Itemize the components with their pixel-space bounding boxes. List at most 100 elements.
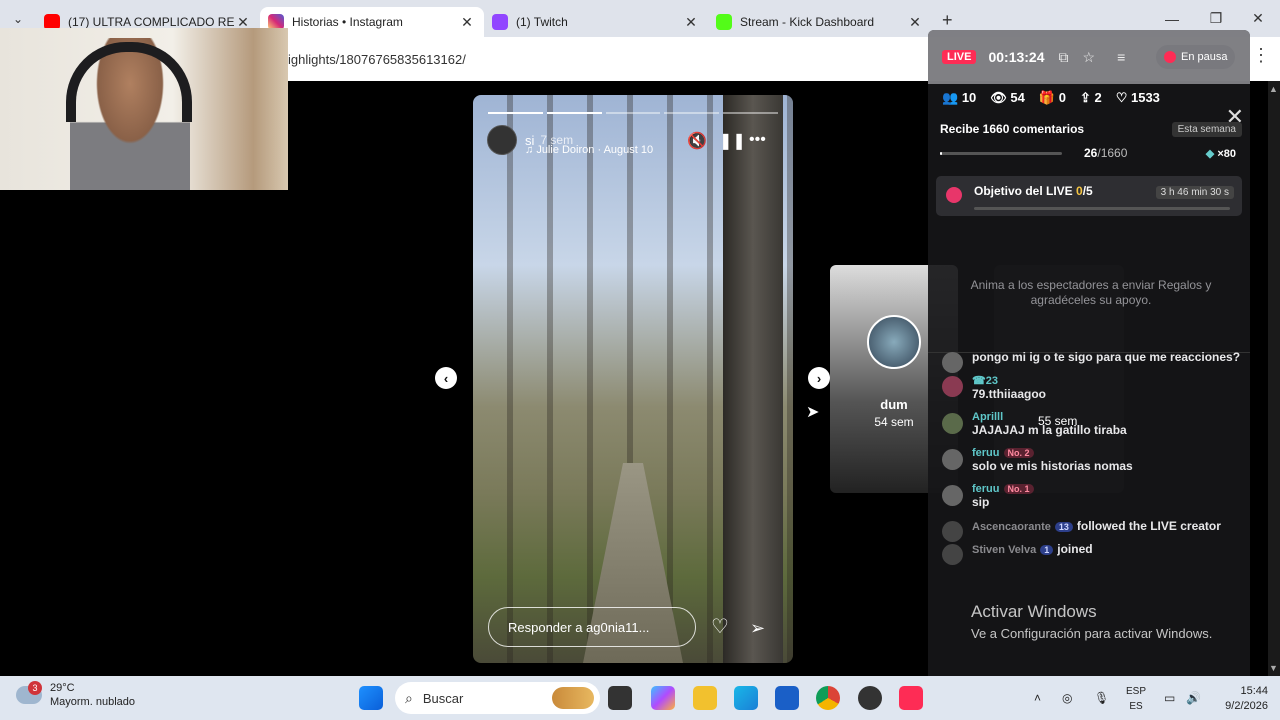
taskbar-search[interactable]: ⌕ Buscar <box>395 682 600 714</box>
likes-stat: ♡ 1533 <box>1115 90 1160 105</box>
language-indicator[interactable]: ESP ES <box>1126 684 1146 714</box>
progress-segment <box>488 112 543 114</box>
chat-text: solo ve mis historias nomas <box>972 459 1133 473</box>
windows-start-icon[interactable] <box>359 686 383 710</box>
tab-twitch[interactable]: (1) Twitch ✕ <box>484 7 708 37</box>
tray-chevron-icon[interactable]: ˄ <box>1034 676 1041 720</box>
avatar <box>942 352 963 373</box>
chat-username[interactable]: Ascencaorante <box>972 521 1051 533</box>
comments-goal-fill <box>940 151 942 155</box>
activation-subtitle: Ve a Configuración para activar Windows. <box>971 626 1213 641</box>
scroll-down-icon[interactable]: ▼ <box>1269 663 1278 673</box>
send-icon[interactable]: ➢ <box>750 618 765 639</box>
new-tab-button[interactable]: + <box>942 10 953 31</box>
chrome-icon[interactable] <box>816 686 840 710</box>
pause-button[interactable]: En pausa <box>1156 45 1236 69</box>
copilot-icon[interactable] <box>651 686 675 710</box>
clock-time: 15:44 <box>1240 685 1268 697</box>
tiktok-live-studio-icon[interactable] <box>899 686 923 710</box>
tray-app-icon[interactable]: ◎ <box>1062 676 1072 720</box>
chat-username[interactable]: feruu <box>972 447 1000 459</box>
gift-icon: 🎁 <box>1038 90 1056 105</box>
previous-story-button[interactable]: ‹ <box>435 367 457 389</box>
task-view-icon[interactable] <box>608 686 632 710</box>
page-scrollbar[interactable]: ▲ ▼ <box>1268 81 1280 676</box>
tab-instagram[interactable]: Historias • Instagram ✕ <box>260 7 484 37</box>
close-tab-icon[interactable]: ✕ <box>906 14 924 31</box>
chat-event: Stiven Velva 1 joined <box>942 542 1242 565</box>
next-story-avatar <box>867 315 921 369</box>
more-options-icon[interactable]: ••• <box>749 131 766 149</box>
weather-text: 29°C Mayorm. nublado <box>50 681 135 709</box>
close-tab-icon[interactable]: ✕ <box>458 14 476 31</box>
chat-username[interactable]: feruu <box>972 483 1000 495</box>
mute-icon[interactable]: 🔇 <box>687 131 707 151</box>
next-story-button[interactable]: › <box>808 367 830 389</box>
chat-username[interactable]: Aprilll <box>972 411 1242 423</box>
chat-event-text: followed the LIVE creator <box>1076 519 1221 533</box>
level-badge: 13 <box>1054 522 1073 532</box>
tab-title: Historias • Instagram <box>292 15 403 29</box>
volume-icon[interactable]: 🔊 <box>1186 676 1201 720</box>
scroll-up-icon[interactable]: ▲ <box>1269 84 1278 94</box>
progress-segment <box>723 112 778 114</box>
cloud-icon: 3 <box>16 681 42 704</box>
pause-icon[interactable]: ❚❚ <box>719 131 746 151</box>
chat-username[interactable]: ☎23 <box>972 374 1242 387</box>
eye-icon: 👁 <box>990 90 1007 105</box>
twitch-icon <box>492 14 508 30</box>
share-icon: ⇪ <box>1079 90 1091 105</box>
heart-icon[interactable]: ♡ <box>711 614 729 639</box>
chat-text: 79.tthiiaagoo <box>972 387 1047 401</box>
screen-share-icon[interactable]: ⧉ <box>1059 49 1069 66</box>
live-badge: LIVE <box>942 50 977 64</box>
story-viewer[interactable]: si 7 sem ♫ Julie Doiron · August 10 🔇 ❚❚… <box>473 95 793 663</box>
star-icon[interactable]: ☆ <box>1083 49 1096 66</box>
live-topbar: LIVE 00:13:24 ⧉ ☆ ≡ En pausa <box>928 30 1250 84</box>
playlist-icon[interactable]: ≡ <box>1117 49 1125 65</box>
diamond-icon: ◆ <box>1205 147 1215 160</box>
avatar <box>942 413 963 434</box>
story-music[interactable]: ♫ Julie Doiron · August 10 <box>525 144 653 156</box>
network-icon[interactable]: ▭ <box>1164 676 1175 720</box>
microphone-icon[interactable]: 🎙 <box>1094 676 1109 720</box>
story-avatar[interactable] <box>487 125 517 155</box>
url-text[interactable]: ighlights/18076765835613162/ <box>288 52 466 67</box>
chat-message: Aprilll JAJAJAJ m la gatillo tiraba <box>942 411 1242 438</box>
system-clock[interactable]: 15:44 9/2/2026 <box>1225 684 1268 714</box>
avatar <box>942 376 963 397</box>
kick-icon <box>716 14 732 30</box>
follow-icon <box>942 521 963 542</box>
heart-outline-icon: ♡ <box>1115 90 1128 105</box>
close-tab-icon[interactable]: ✕ <box>682 14 700 31</box>
progress-segment <box>546 112 602 114</box>
live-stats: 👥 10 👁 54 🎁 0 ⇪ 2 ♡ 1533 <box>928 84 1250 112</box>
tab-title: (17) ULTRA COMPLICADO REM <box>68 15 234 29</box>
weather-widget[interactable]: 3 29°C Mayorm. nublado <box>16 681 135 709</box>
story-music-text: Julie Doiron · August 10 <box>536 144 654 156</box>
chat-text: sip <box>972 495 990 509</box>
live-objective-time: 3 h 46 min 30 s <box>1155 186 1234 199</box>
comments-goal-multiplier: ◆ ×80 <box>1205 147 1236 160</box>
chat-username[interactable]: Stiven Velva <box>972 544 1036 556</box>
live-objective[interactable]: Objetivo del LIVE 0/5 3 h 46 min 30 s <box>936 176 1242 216</box>
live-chat: pongo mi ig o te sigo para que me reacci… <box>942 350 1242 565</box>
edge-icon[interactable] <box>734 686 758 710</box>
avatar <box>942 449 963 470</box>
store-icon[interactable] <box>775 686 799 710</box>
temperature: 29°C <box>50 682 75 694</box>
comments-goal-track <box>940 151 1062 155</box>
rank-badge: No. 2 <box>1003 448 1034 458</box>
rose-gift-icon <box>946 187 962 203</box>
overlay-time-text: 55 sem <box>1038 414 1078 428</box>
browser-menu-icon[interactable]: ⋮ <box>1252 45 1270 66</box>
live-panel: LIVE 00:13:24 ⧉ ☆ ≡ En pausa 👥 10 👁 54 🎁… <box>928 30 1250 685</box>
obs-icon[interactable] <box>858 686 882 710</box>
reply-input[interactable]: Responder a ag0nia11... <box>488 607 696 647</box>
chat-message: ☎23 79.tthiiaagoo <box>942 374 1242 402</box>
avatar <box>942 485 963 506</box>
file-explorer-icon[interactable] <box>693 686 717 710</box>
chat-username-row: feruu No. 1 <box>972 483 1242 495</box>
live-timer: 00:13:24 <box>988 49 1045 65</box>
tab-kick[interactable]: Stream - Kick Dashboard ✕ <box>708 7 932 37</box>
